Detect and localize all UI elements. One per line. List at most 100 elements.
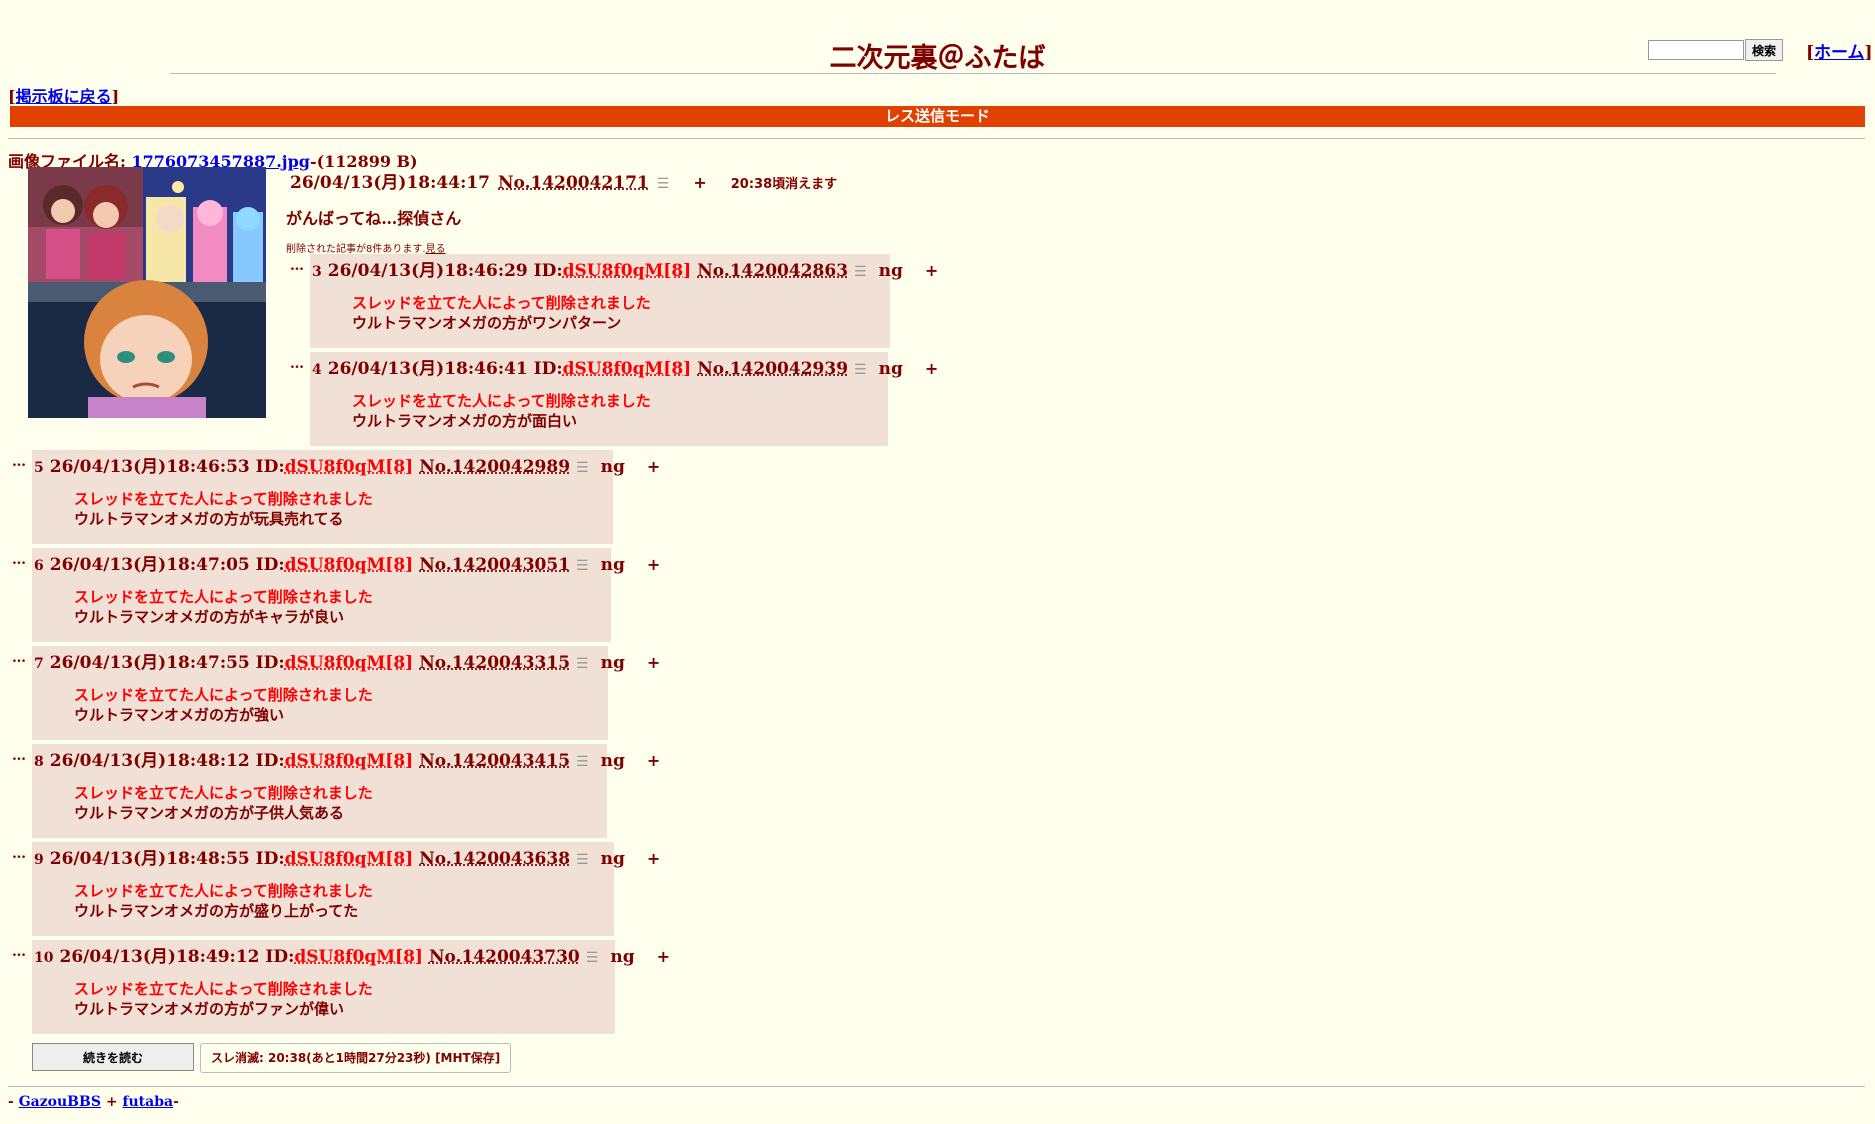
plus-icon[interactable]: +	[647, 849, 660, 868]
menu-icon[interactable]: ☰	[657, 176, 670, 192]
reply-number: 3	[312, 264, 322, 280]
reply-number: 4	[312, 362, 322, 378]
op-datetime: 26/04/13(月)18:44:17	[290, 173, 490, 193]
reply-id[interactable]: dSU8f0qM[8]	[563, 359, 692, 379]
reply-id[interactable]: dSU8f0qM[8]	[294, 947, 423, 967]
reply-post: 6 26/04/13(月)18:47:05 ID: dSU8f0qM[8] No.14…	[32, 548, 660, 642]
plus-icon[interactable]: +	[925, 359, 938, 378]
reply-post-number[interactable]: No.1420042989	[419, 457, 570, 477]
reply-post-number[interactable]: No.1420043730	[429, 947, 580, 967]
reply-comment: ウルトラマンオメガの方がファンが偉い	[74, 1000, 345, 1018]
reply-header: 8 26/04/13(月)18:48:12 ID: dSU8f0qM[8] No.14…	[34, 746, 660, 771]
op-comment: がんばってね…探偵さん	[286, 209, 462, 228]
plus-icon[interactable]: +	[647, 555, 660, 574]
plus-icon[interactable]: +	[647, 457, 660, 476]
reply-number: 6	[34, 558, 44, 574]
reply-deleted-notice: スレッドを立てた人によって削除されました	[352, 294, 651, 312]
deleted-posts-note: 削除された記事が8件あります.見る	[286, 240, 446, 255]
reply-deleted-notice: スレッドを立てた人によって削除されました	[74, 980, 373, 998]
reply-id[interactable]: dSU8f0qM[8]	[285, 653, 414, 673]
futaba-link[interactable]: futaba	[122, 1094, 173, 1110]
op-post-number[interactable]: No.1420042171	[498, 173, 649, 193]
op-header: 26/04/13(月)18:44:17 No.1420042171 ☰ + 20…	[290, 168, 837, 193]
menu-icon[interactable]: ☰	[854, 264, 867, 280]
plus-icon[interactable]: +	[657, 947, 670, 966]
reply-indent-dots: …	[12, 454, 26, 470]
reply-datetime: 26/04/13(月)18:47:05 ID:	[49, 555, 285, 575]
reply-comment: ウルトラマンオメガの方が面白い	[352, 412, 578, 430]
plus-icon[interactable]: +	[647, 653, 660, 672]
reply-post: 5 26/04/13(月)18:46:53 ID: dSU8f0qM[8] No.14…	[32, 450, 660, 544]
plus-icon[interactable]: +	[647, 751, 660, 770]
reply-id[interactable]: dSU8f0qM[8]	[285, 457, 414, 477]
home-link[interactable]: ホーム	[1814, 43, 1865, 63]
reply-header: 4 26/04/13(月)18:46:41 ID: dSU8f0qM[8] No.14…	[312, 354, 938, 379]
reply-number: 9	[34, 852, 44, 868]
search-input[interactable]	[1648, 40, 1744, 60]
reply-deleted-notice: スレッドを立てた人によって削除されました	[74, 882, 373, 900]
ng-button[interactable]: ng	[601, 653, 625, 673]
reply-deleted-notice: スレッドを立てた人によって削除されました	[74, 686, 373, 704]
gazoubbs-link[interactable]: GazouBBS	[19, 1094, 101, 1110]
ng-button[interactable]: ng	[879, 261, 903, 281]
reply-post-number[interactable]: No.1420043638	[419, 849, 570, 869]
reply-indent-dots: …	[290, 356, 304, 372]
reply-mode-bar: レス送信モード	[10, 106, 1865, 127]
ng-button[interactable]: ng	[601, 849, 625, 869]
board-title: 二次元裏＠ふたば	[829, 43, 1046, 74]
reply-datetime: 26/04/13(月)18:46:41 ID:	[327, 359, 563, 379]
back-link-wrapper: [掲示板に戻る]	[8, 87, 120, 106]
ng-button[interactable]: ng	[601, 555, 625, 575]
op-thumbnail[interactable]	[28, 167, 266, 418]
reply-datetime: 26/04/13(月)18:49:12 ID:	[59, 947, 295, 967]
reply-post-number[interactable]: No.1420043051	[419, 555, 570, 575]
search-button[interactable]: 検索	[1745, 39, 1784, 61]
reply-comment: ウルトラマンオメガの方がキャラが良い	[74, 608, 345, 626]
reply-comment: ウルトラマンオメガの方が強い	[74, 706, 285, 724]
reply-header: 3 26/04/13(月)18:46:29 ID: dSU8f0qM[8] No.14…	[312, 256, 938, 281]
reply-post: 8 26/04/13(月)18:48:12 ID: dSU8f0qM[8] No.14…	[32, 744, 660, 838]
reply-deleted-notice: スレッドを立てた人によって削除されました	[74, 490, 373, 508]
plus-icon[interactable]: +	[925, 261, 938, 280]
ng-button[interactable]: ng	[610, 947, 634, 967]
home-link-wrapper: [ホーム]	[1806, 43, 1873, 63]
back-to-board-link[interactable]: 掲示板に戻る	[16, 87, 112, 106]
menu-icon[interactable]: ☰	[576, 656, 589, 672]
reply-header: 5 26/04/13(月)18:46:53 ID: dSU8f0qM[8] No.14…	[34, 452, 660, 477]
menu-icon[interactable]: ☰	[586, 950, 599, 966]
thread-status-box[interactable]: スレ消滅: 20:38(あと1時間27分23秒) [MHT保存]	[200, 1043, 512, 1073]
plus-icon[interactable]: +	[693, 173, 706, 192]
reply-deleted-notice: スレッドを立てた人によって削除されました	[74, 784, 373, 802]
reply-indent-dots: …	[12, 748, 26, 764]
reply-comment: ウルトラマンオメガの方が子供人気ある	[74, 804, 345, 822]
reply-post: 10 26/04/13(月)18:49:12 ID: dSU8f0qM[8] No.1…	[32, 940, 670, 1034]
reply-post-number[interactable]: No.1420042939	[697, 359, 848, 379]
footer: - GazouBBS + futaba-	[8, 1094, 179, 1110]
ng-button[interactable]: ng	[601, 751, 625, 771]
reply-post-number[interactable]: No.1420043415	[419, 751, 570, 771]
menu-icon[interactable]: ☰	[576, 558, 589, 574]
reply-post: 9 26/04/13(月)18:48:55 ID: dSU8f0qM[8] No.14…	[32, 842, 660, 936]
reply-id[interactable]: dSU8f0qM[8]	[285, 555, 414, 575]
menu-icon[interactable]: ☰	[576, 460, 589, 476]
reply-indent-dots: …	[12, 650, 26, 666]
reply-id[interactable]: dSU8f0qM[8]	[285, 849, 414, 869]
footer-divider	[8, 1086, 1865, 1087]
reply-post: 4 26/04/13(月)18:46:41 ID: dSU8f0qM[8] No.14…	[310, 352, 938, 446]
continue-reading-button[interactable]: 続きを読む	[32, 1043, 194, 1071]
ng-button[interactable]: ng	[601, 457, 625, 477]
menu-icon[interactable]: ☰	[854, 362, 867, 378]
reply-datetime: 26/04/13(月)18:47:55 ID:	[49, 653, 285, 673]
reply-post-number[interactable]: No.1420043315	[419, 653, 570, 673]
reply-id[interactable]: dSU8f0qM[8]	[563, 261, 692, 281]
page: 二次元裏＠ふたば 検索 [ホーム] [掲示板に戻る] レス送信モード 画像ファイ…	[0, 0, 1875, 1124]
reply-number: 10	[34, 950, 54, 966]
menu-icon[interactable]: ☰	[576, 852, 589, 868]
ng-button[interactable]: ng	[879, 359, 903, 379]
footer-prefix: -	[8, 1094, 19, 1110]
reply-post-number[interactable]: No.1420042863	[697, 261, 848, 281]
reply-id[interactable]: dSU8f0qM[8]	[285, 751, 414, 771]
menu-icon[interactable]: ☰	[576, 754, 589, 770]
header-divider	[170, 73, 1776, 74]
reply-comment: ウルトラマンオメガの方が玩具売れてる	[74, 510, 344, 528]
